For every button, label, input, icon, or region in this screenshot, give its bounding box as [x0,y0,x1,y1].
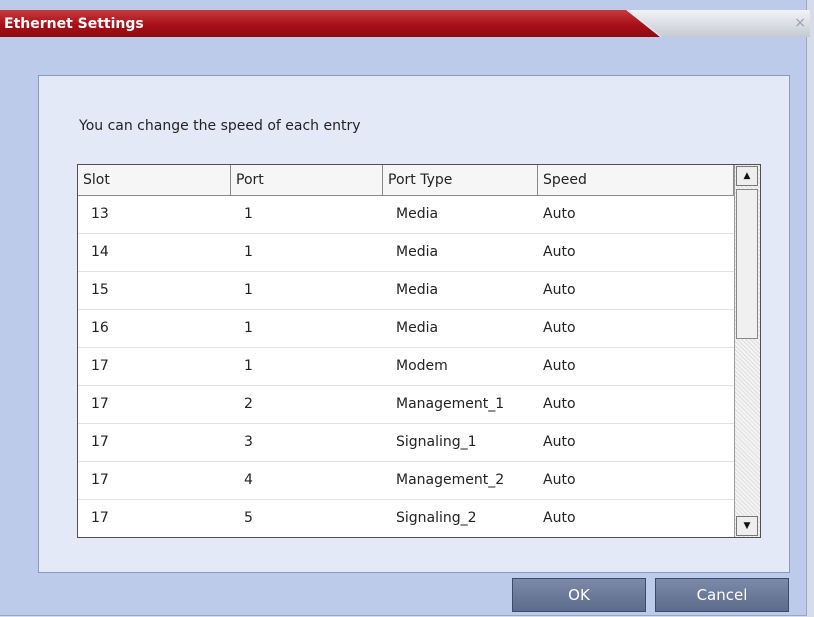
port-type-cell: Management_1 [396,396,505,412]
speed-cell[interactable]: Auto [538,386,734,423]
port-type-cell: Management_2 [396,472,505,488]
title-bar-red: Ethernet Settings [0,10,660,37]
speed-cell[interactable]: Auto [538,424,734,461]
port-cell: 1 [244,320,253,336]
column-header-speed[interactable]: Speed [538,165,734,195]
table-row[interactable]: 14 1 Media Auto [78,234,760,272]
dialog-title: Ethernet Settings [4,16,144,32]
table-row[interactable]: 17 1 Modem Auto [78,348,760,386]
table-row[interactable]: 17 2 Management_1 Auto [78,386,760,424]
settings-panel: You can change the speed of each entry S… [38,75,790,573]
speed-cell[interactable]: Auto [538,462,734,499]
slot-cell: 17 [91,358,109,374]
slot-cell: 17 [91,510,109,526]
port-type-cell: Media [396,244,439,260]
slot-cell: 14 [91,244,109,260]
port-type-cell: Signaling_2 [396,510,477,526]
table-row[interactable]: 13 1 Media Auto [78,196,760,234]
port-type-cell: Modem [396,358,448,374]
port-cell: 1 [244,282,253,298]
port-type-cell: Media [396,320,439,336]
column-header-port[interactable]: Port [231,165,383,195]
speed-cell[interactable]: Auto [538,234,734,271]
ethernet-settings-dialog: Ethernet Settings × You can change the s… [0,0,810,616]
port-type-cell: Media [396,206,439,222]
slot-cell: 15 [91,282,109,298]
speed-cell[interactable]: Auto [538,348,734,385]
ok-button[interactable]: OK [512,578,646,612]
ethernet-table: Slot Port Port Type Speed 13 1 Media Auto 14… [77,164,761,538]
port-cell: 1 [244,358,253,374]
slot-cell: 16 [91,320,109,336]
table-row[interactable]: 15 1 Media Auto [78,272,760,310]
close-icon[interactable]: × [794,15,806,31]
port-cell: 5 [244,510,253,526]
table-row[interactable]: 16 1 Media Auto [78,310,760,348]
title-bar[interactable]: Ethernet Settings × [0,10,810,37]
speed-cell[interactable]: Auto [538,500,734,537]
port-cell: 4 [244,472,253,488]
column-header-slot[interactable]: Slot [78,165,231,195]
speed-cell[interactable]: Auto [538,196,734,233]
table-scrollbar[interactable]: ▲ ▼ [734,165,760,537]
title-bar-grey: × [630,10,810,37]
port-type-cell: Media [396,282,439,298]
scroll-up-arrow-icon[interactable]: ▲ [736,166,758,186]
port-cell: 3 [244,434,253,450]
table-row[interactable]: 17 3 Signaling_1 Auto [78,424,760,462]
speed-cell[interactable]: Auto [538,272,734,309]
cancel-button[interactable]: Cancel [655,578,789,612]
port-type-cell: Signaling_1 [396,434,477,450]
speed-cell[interactable]: Auto [538,310,734,347]
scroll-down-arrow-icon[interactable]: ▼ [736,516,758,536]
table-row[interactable]: 17 4 Management_2 Auto [78,462,760,500]
slot-cell: 13 [91,206,109,222]
slot-cell: 17 [91,472,109,488]
port-cell: 2 [244,396,253,412]
table-row[interactable]: 17 5 Signaling_2 Auto [78,500,760,537]
instruction-text: You can change the speed of each entry [79,118,361,134]
table-body: 13 1 Media Auto 14 1 Media Auto 15 1 Media Auto 16 1 M… [78,196,760,537]
slot-cell: 17 [91,396,109,412]
slot-cell: 17 [91,434,109,450]
column-header-port-type[interactable]: Port Type [383,165,538,195]
scrollbar-thumb[interactable] [736,189,758,339]
table-header: Slot Port Port Type Speed [78,165,760,196]
port-cell: 1 [244,244,253,260]
port-cell: 1 [244,206,253,222]
